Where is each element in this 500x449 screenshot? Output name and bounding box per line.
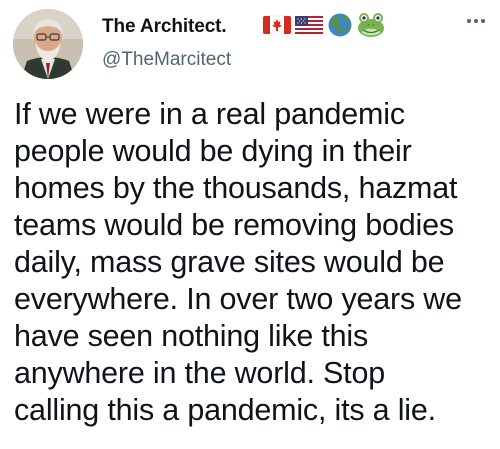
- flag-usa-icon: [295, 16, 323, 34]
- tweet-text-line: people would be dying in their: [14, 134, 412, 168]
- display-name[interactable]: The Architect.: [102, 16, 227, 38]
- earth-globe-americas-icon: [328, 13, 352, 37]
- tweet-text-line: calling this a pandemic, its a lie.: [14, 393, 436, 427]
- tweet-text-line: have seen nothing like this: [14, 319, 369, 353]
- tweet-text-line: homes by the thousands, hazmat: [14, 171, 458, 205]
- more-options-button[interactable]: [460, 8, 492, 34]
- tweet-text-line: anywhere in the world. Stop: [14, 356, 385, 390]
- tweet-text-line: If we were in a real pandemic: [14, 97, 405, 131]
- tweet-text-line: daily, mass grave sites would be: [14, 245, 445, 279]
- tweet: The Architect. @TheMarcitect If we were …: [0, 0, 500, 449]
- more-horizontal-icon: [467, 19, 485, 23]
- tweet-text-line: teams would be removing bodies: [14, 208, 454, 242]
- tweet-text-line: everywhere. In over two years we: [14, 282, 462, 316]
- avatar-image: [13, 9, 83, 79]
- username-handle[interactable]: @TheMarcitect: [102, 49, 231, 71]
- tweet-text: If we were in a real pandemic people wou…: [14, 96, 498, 429]
- avatar[interactable]: [13, 9, 83, 79]
- flag-canada-icon: [262, 15, 292, 35]
- frog-face-icon: [358, 13, 384, 37]
